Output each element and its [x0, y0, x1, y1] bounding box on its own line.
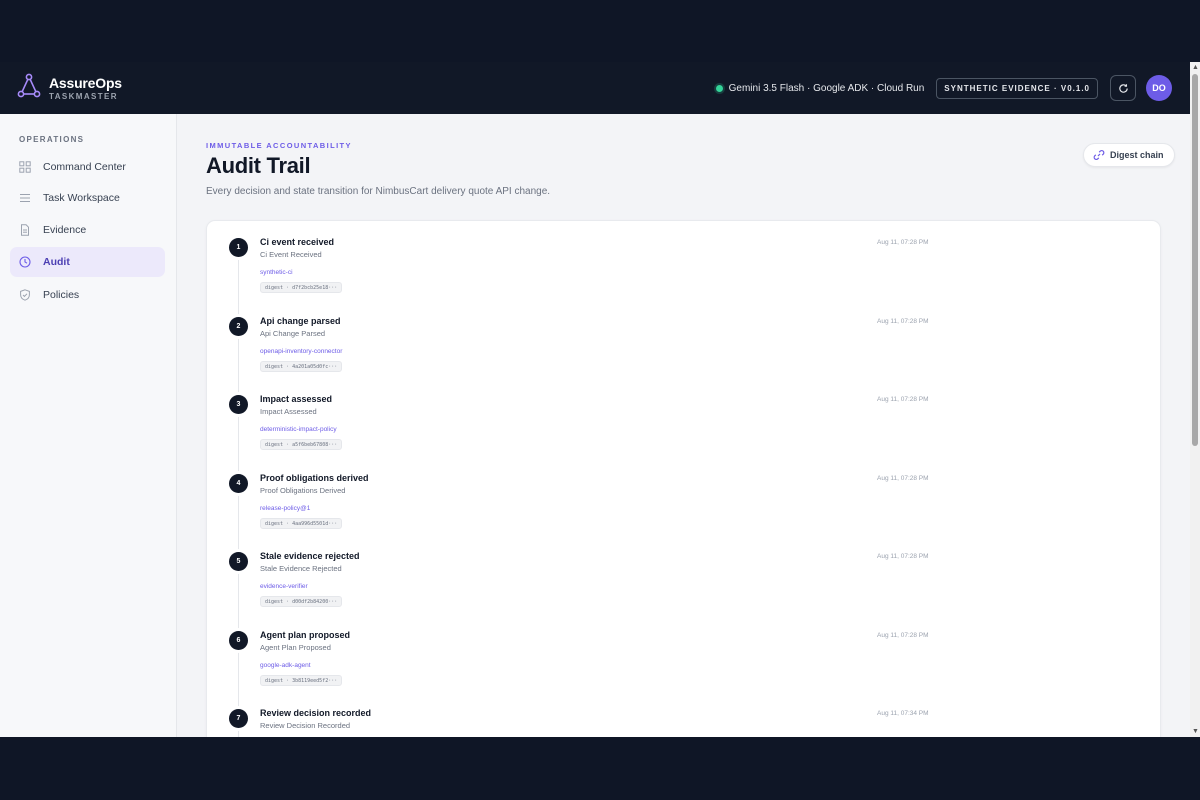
step-badge: 4: [229, 474, 248, 493]
scroll-down-arrow-icon[interactable]: ▼: [1192, 728, 1199, 735]
event-actor-link[interactable]: google-adk-agent: [260, 662, 311, 669]
scroll-up-arrow-icon[interactable]: ▲: [1192, 64, 1199, 71]
event-digest: digest · 3b8119eed5f2···: [260, 675, 343, 686]
link-icon: [1093, 149, 1105, 161]
step-badge: 3: [229, 395, 248, 414]
step-badge: 7: [229, 709, 248, 728]
timeline-event: 2 Api change parsed Api Change Parsed op…: [207, 316, 1160, 395]
document-icon: [19, 224, 31, 236]
scrollbar-thumb[interactable]: [1192, 74, 1198, 446]
page-scrollbar[interactable]: ▲ ▼: [1190, 62, 1200, 737]
sidebar-item-evidence[interactable]: Evidence: [10, 215, 165, 245]
sidebar-item-audit[interactable]: Audit: [10, 247, 165, 277]
event-type: Stale Evidence Rejected: [260, 564, 342, 573]
timeline-event: 5 Stale evidence rejected Stale Evidence…: [207, 551, 1160, 630]
event-type: Api Change Parsed: [260, 329, 326, 338]
grid-icon: [19, 161, 31, 173]
event-title: Api change parsed: [260, 316, 341, 326]
timeline-event: 3 Impact assessed Impact Assessed determ…: [207, 394, 1160, 473]
timeline-event: 7 Review decision recorded Review Decisi…: [207, 708, 1160, 737]
event-digest: digest · d00df2b84200···: [260, 596, 343, 607]
sidebar-item-label: Audit: [43, 256, 70, 268]
event-type: Proof Obligations Derived: [260, 486, 346, 495]
event-type: Impact Assessed: [260, 407, 317, 416]
event-timestamp: Aug 11, 07:28 PM: [877, 553, 929, 560]
timeline-event: 1 Ci event received Ci Event Received sy…: [207, 237, 1160, 316]
sidebar-item-label: Evidence: [43, 224, 87, 236]
clock-icon: [19, 256, 31, 268]
timeline-event: 4 Proof obligations derived Proof Obliga…: [207, 473, 1160, 552]
brand[interactable]: AssureOps TASKMASTER: [17, 73, 122, 104]
outer-frame-top: [0, 0, 1200, 62]
status-dot-icon: [715, 84, 723, 92]
event-type: Agent Plan Proposed: [260, 643, 331, 652]
sidebar-item-policies[interactable]: Policies: [10, 280, 165, 310]
logo-icon: [17, 73, 41, 104]
refresh-button[interactable]: [1110, 75, 1136, 101]
event-actor-link[interactable]: release-policy@1: [260, 505, 310, 512]
event-title: Impact assessed: [260, 394, 333, 404]
page-subtitle: Every decision and state transition for …: [206, 186, 551, 197]
event-title: Proof obligations derived: [260, 473, 369, 483]
refresh-icon: [1118, 83, 1128, 93]
event-digest: digest · d7f2bcb25e18···: [260, 282, 343, 293]
list-icon: [19, 192, 31, 204]
event-timestamp: Aug 11, 07:28 PM: [877, 396, 929, 403]
brand-subtitle: TASKMASTER: [49, 92, 118, 101]
page-eyebrow: IMMUTABLE ACCOUNTABILITY: [206, 141, 352, 150]
sidebar-item-task-workspace[interactable]: Task Workspace: [10, 183, 165, 213]
sidebar-item-label: Task Workspace: [43, 192, 120, 204]
event-digest: digest · 4aa996d5501d···: [260, 518, 343, 529]
sidebar-section-label: OPERATIONS: [19, 135, 85, 144]
version-badge: SYNTHETIC EVIDENCE · V0.1.0: [936, 77, 1098, 99]
user-avatar[interactable]: DO: [1146, 75, 1172, 101]
step-badge: 1: [229, 238, 248, 257]
step-badge: 6: [229, 631, 248, 650]
shield-icon: [19, 289, 31, 301]
step-badge: 2: [229, 317, 248, 336]
brand-name: AssureOps: [49, 75, 122, 91]
event-digest: digest · a5f6beb67808···: [260, 439, 343, 450]
event-timestamp: Aug 11, 07:28 PM: [877, 239, 929, 246]
event-title: Stale evidence rejected: [260, 551, 360, 561]
sidebar: OPERATIONS Command Center Task Workspace: [0, 114, 177, 737]
event-title: Ci event received: [260, 237, 335, 247]
step-badge: 5: [229, 552, 248, 571]
audit-timeline-card: 1 Ci event received Ci Event Received sy…: [206, 220, 1161, 737]
sidebar-item-label: Policies: [43, 289, 80, 301]
event-title: Review decision recorded: [260, 708, 372, 718]
event-actor-link[interactable]: openapi-inventory-connector: [260, 348, 342, 355]
main-content: IMMUTABLE ACCOUNTABILITY Audit Trail Eve…: [177, 114, 1190, 737]
top-bar: AssureOps TASKMASTER Gemini 3.5 Flash · …: [0, 62, 1190, 114]
sidebar-item-label: Command Center: [43, 161, 126, 173]
event-digest: digest · 4a201a05d0fc···: [260, 361, 343, 372]
event-timestamp: Aug 11, 07:28 PM: [877, 632, 929, 639]
event-timestamp: Aug 11, 07:28 PM: [877, 475, 929, 482]
digest-chain-label: Digest chain: [1110, 150, 1164, 160]
event-title: Agent plan proposed: [260, 630, 350, 640]
sidebar-item-command-center[interactable]: Command Center: [10, 152, 165, 182]
page-title: Audit Trail: [206, 153, 311, 178]
event-actor-link[interactable]: evidence-verifier: [260, 583, 308, 590]
app-window: AssureOps TASKMASTER Gemini 3.5 Flash · …: [0, 62, 1190, 737]
outer-frame-bottom: [0, 737, 1200, 800]
event-timestamp: Aug 11, 07:28 PM: [877, 318, 929, 325]
event-timestamp: Aug 11, 07:34 PM: [877, 710, 929, 717]
event-type: Review Decision Recorded: [260, 721, 351, 730]
model-status: Gemini 3.5 Flash · Google ADK · Cloud Ru…: [728, 82, 925, 94]
timeline-event: 6 Agent plan proposed Agent Plan Propose…: [207, 630, 1160, 709]
event-actor-link[interactable]: deterministic-impact-policy: [260, 426, 337, 433]
event-actor-link[interactable]: synthetic-ci: [260, 269, 293, 276]
event-type: Ci Event Received: [260, 250, 322, 259]
digest-chain-button[interactable]: Digest chain: [1083, 143, 1175, 167]
